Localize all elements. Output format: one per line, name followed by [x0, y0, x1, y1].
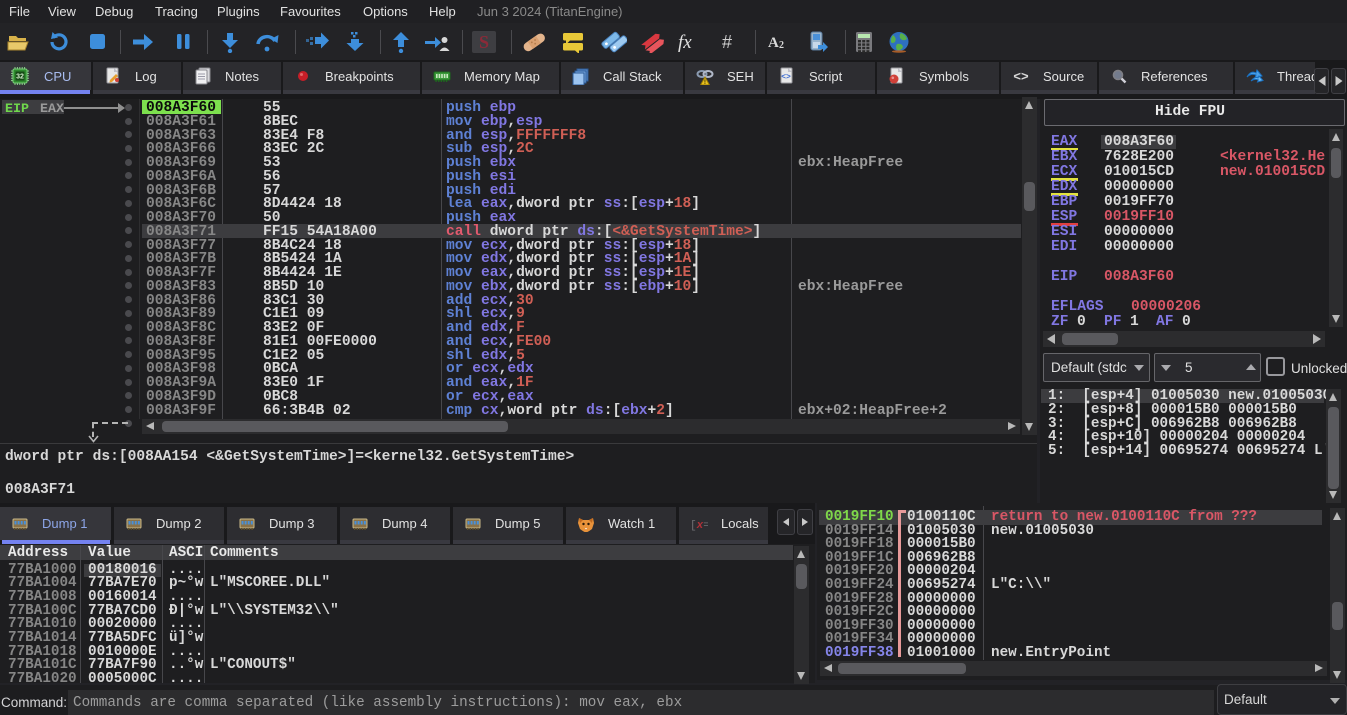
svg-text:2: 2	[779, 40, 784, 51]
svg-text:fx: fx	[678, 32, 692, 53]
svg-text:A: A	[768, 35, 779, 51]
svg-text:<>: <>	[1013, 69, 1029, 84]
svg-text:!: !	[704, 79, 706, 85]
svg-text:[x=]: [x=]	[690, 520, 708, 532]
svg-text:<>: <>	[781, 73, 791, 82]
svg-text:#: #	[722, 32, 732, 52]
svg-text:S: S	[479, 32, 489, 52]
svg-text:32: 32	[16, 74, 24, 81]
